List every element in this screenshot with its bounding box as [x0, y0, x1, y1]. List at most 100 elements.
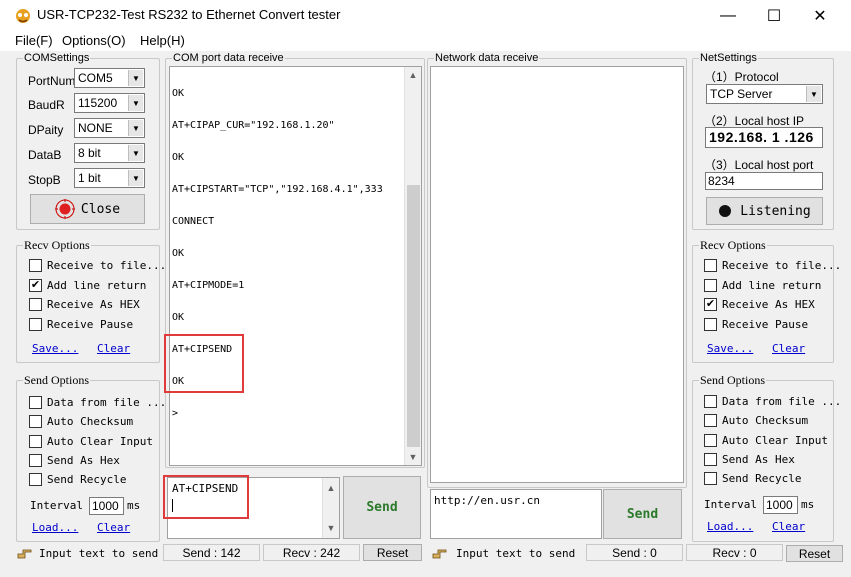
- link-clear-link[interactable]: Clear: [772, 342, 805, 355]
- option-label: Receive As HEX: [47, 298, 140, 312]
- link-clear-link[interactable]: Clear: [97, 342, 130, 355]
- protocol-select[interactable]: TCP Server ▼: [706, 84, 823, 104]
- link-clear-link[interactable]: Clear: [97, 521, 130, 534]
- checkbox-box[interactable]: [29, 415, 42, 429]
- maximize-button[interactable]: ☐: [751, 0, 797, 31]
- option-checkbox[interactable]: Receive Pause: [704, 318, 809, 332]
- baud-select[interactable]: 115200 ▼: [74, 93, 145, 113]
- chevron-down-icon: ▼: [128, 145, 143, 161]
- scroll-down-icon[interactable]: ▼: [323, 520, 339, 536]
- receive-line: OK: [172, 88, 185, 99]
- scroll-up-icon[interactable]: ▲: [323, 480, 339, 496]
- network-send-button[interactable]: Send: [603, 489, 682, 539]
- highlight-box-input: [163, 475, 249, 519]
- local-ip-value: 192.168. 1 .126: [709, 129, 814, 145]
- option-checkbox[interactable]: Auto Checksum: [704, 414, 808, 428]
- local-port-input[interactable]: 8234: [705, 172, 823, 190]
- receive-line: AT+CIPAP_CUR="192.168.1.20": [172, 120, 335, 131]
- option-checkbox[interactable]: Send Recycle: [704, 472, 802, 486]
- link-load-link[interactable]: Load...: [707, 520, 753, 533]
- local-ip-input[interactable]: 192.168. 1 .126: [705, 127, 823, 148]
- option-checkbox[interactable]: ✔ Add line return: [29, 278, 147, 292]
- link-load-link[interactable]: Load...: [32, 521, 78, 534]
- checkbox-box[interactable]: [704, 278, 717, 292]
- menu-bar: [0, 31, 851, 51]
- checkmark-icon[interactable]: ✔: [29, 278, 42, 292]
- checkbox-box[interactable]: [704, 472, 717, 486]
- port-select[interactable]: COM5 ▼: [74, 68, 145, 88]
- checkbox-box[interactable]: [29, 318, 42, 332]
- checkbox-box[interactable]: [29, 396, 42, 409]
- reset-left-button[interactable]: Reset: [363, 544, 422, 561]
- stop-indicator-icon: [54, 199, 75, 219]
- option-checkbox[interactable]: Auto Clear Input: [29, 434, 153, 448]
- menu-help[interactable]: Help(H): [140, 33, 185, 48]
- menu-options[interactable]: Options(O): [62, 33, 126, 48]
- checkbox-box[interactable]: [704, 433, 717, 447]
- option-checkbox[interactable]: Auto Checksum: [29, 415, 133, 429]
- option-checkbox[interactable]: Receive to file...: [704, 259, 841, 272]
- close-window-button[interactable]: ✕: [797, 0, 843, 31]
- interval-input[interactable]: 1000: [763, 496, 798, 514]
- close-port-button[interactable]: Close: [30, 194, 145, 224]
- checkbox-box[interactable]: [29, 473, 42, 487]
- option-label: Send Recycle: [722, 472, 802, 486]
- network-receive-area[interactable]: [430, 66, 684, 483]
- option-checkbox[interactable]: Data from file ...: [29, 396, 166, 409]
- checkmark-icon[interactable]: ✔: [704, 298, 717, 312]
- link-clear-link[interactable]: Clear: [772, 520, 805, 533]
- parity-select[interactable]: NONE ▼: [74, 118, 145, 138]
- link-save-link[interactable]: Save...: [32, 342, 78, 355]
- network-send-input[interactable]: http://en.usr.cn: [430, 489, 602, 539]
- checkbox-box[interactable]: [704, 452, 717, 466]
- option-checkbox[interactable]: Send As Hex: [704, 452, 795, 466]
- status-hint-right: Input text to send: [456, 547, 576, 560]
- status-hint-left: Input text to send: [39, 547, 159, 560]
- checkbox-box[interactable]: [29, 453, 42, 467]
- option-checkbox[interactable]: Receive As HEX: [29, 298, 140, 312]
- checkbox-box[interactable]: [704, 395, 717, 408]
- com-settings-title: COMSettings: [23, 51, 91, 65]
- scroll-up-icon[interactable]: ▲: [405, 67, 421, 83]
- option-checkbox[interactable]: Add line return: [704, 278, 821, 292]
- send-count-right: Send : 0: [612, 545, 657, 560]
- checkbox-box[interactable]: [704, 259, 717, 272]
- recv-count-right: Recv : 0: [712, 545, 757, 560]
- interval-label: Interval: [704, 498, 757, 511]
- scroll-down-icon[interactable]: ▼: [405, 449, 421, 465]
- minimize-button[interactable]: —: [705, 0, 751, 31]
- checkbox-box[interactable]: [704, 414, 717, 428]
- menu-file[interactable]: File(F): [15, 33, 53, 48]
- option-label: Send Recycle: [47, 473, 127, 487]
- option-checkbox[interactable]: Send Recycle: [29, 473, 127, 487]
- option-label: Receive Pause: [722, 318, 809, 332]
- option-checkbox[interactable]: Send As Hex: [29, 453, 120, 467]
- checkbox-box[interactable]: [29, 298, 42, 312]
- option-label: Auto Clear Input: [722, 433, 828, 447]
- parity-label: DPaity: [28, 123, 64, 137]
- link-save-link[interactable]: Save...: [707, 342, 753, 355]
- option-label: Add line return: [47, 278, 147, 292]
- checkbox-box[interactable]: [29, 434, 42, 448]
- com-send-scrollbar[interactable]: ▲ ▼: [322, 478, 339, 538]
- option-label: Receive As HEX: [722, 298, 815, 312]
- interval-input[interactable]: 1000: [89, 497, 124, 515]
- databits-select[interactable]: 8 bit ▼: [74, 143, 145, 163]
- baud-label: BaudR: [28, 98, 65, 112]
- option-checkbox[interactable]: ✔ Receive As HEX: [704, 298, 815, 312]
- option-checkbox[interactable]: Data from file ...: [704, 395, 841, 408]
- checkbox-box[interactable]: [29, 259, 42, 272]
- com-receive-scrollbar[interactable]: ▲ ▼: [404, 67, 421, 465]
- option-checkbox[interactable]: Receive Pause: [29, 318, 133, 332]
- checkbox-box[interactable]: [704, 318, 717, 332]
- listening-button[interactable]: Listening: [706, 197, 823, 225]
- option-checkbox[interactable]: Receive to file...: [29, 259, 166, 272]
- parity-value: NONE: [78, 121, 113, 135]
- option-checkbox[interactable]: Auto Clear Input: [704, 433, 828, 447]
- com-send-button[interactable]: Send: [343, 476, 421, 539]
- option-label: Receive to file...: [722, 259, 842, 272]
- interval-unit: ms: [801, 498, 815, 511]
- reset-right-button[interactable]: Reset: [786, 545, 843, 562]
- stopbits-select[interactable]: 1 bit ▼: [74, 168, 145, 188]
- scroll-thumb[interactable]: [407, 185, 420, 447]
